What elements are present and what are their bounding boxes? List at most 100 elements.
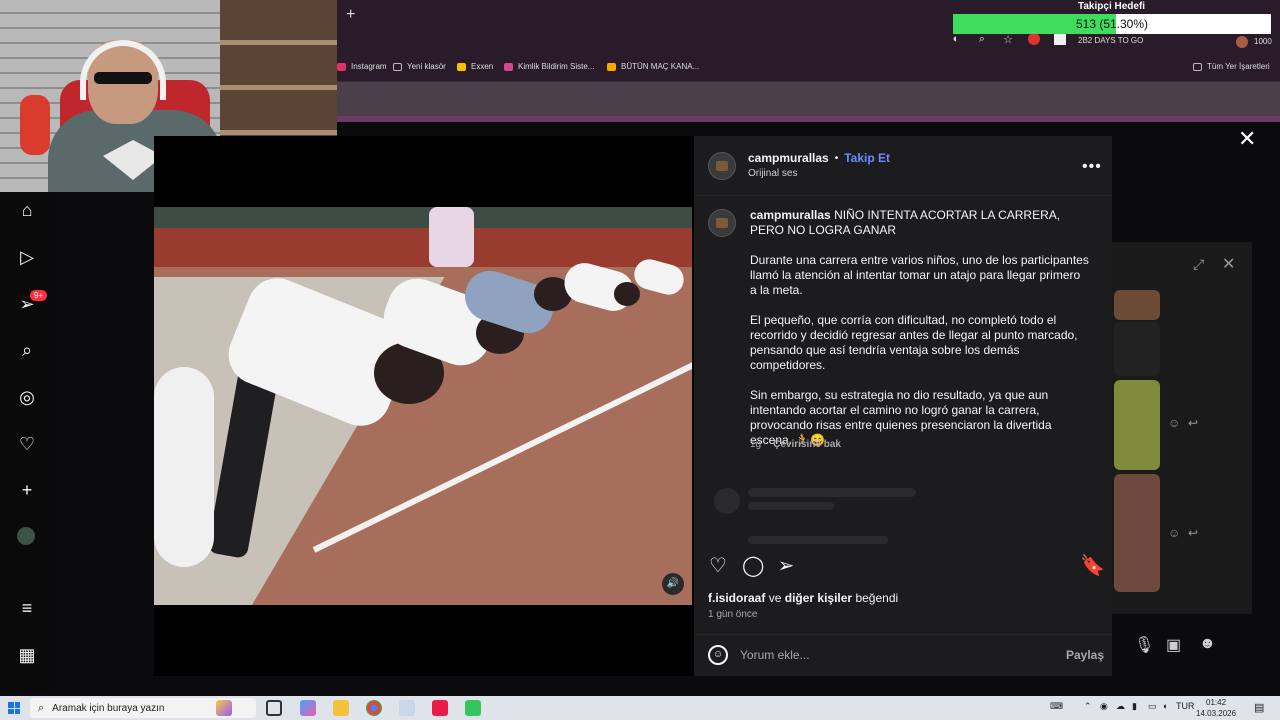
runner — [154, 367, 214, 567]
comment-icon[interactable]: ◯ — [742, 556, 764, 576]
more-options-icon[interactable]: ••• — [1082, 158, 1102, 176]
sticker-icon[interactable]: ☻ — [1199, 635, 1216, 653]
profile-avatar[interactable] — [1236, 36, 1248, 48]
bookmark-folder[interactable]: Yeni klasör — [393, 62, 446, 71]
notification-badge: 9+ — [30, 290, 48, 301]
loading-placeholder — [748, 488, 916, 497]
sunglasses — [94, 72, 152, 84]
image-icon[interactable]: ▣ — [1166, 635, 1181, 655]
translate-link[interactable]: Çevirisine bak — [773, 439, 841, 450]
reply-icon[interactable]: ↩ — [1188, 416, 1198, 430]
folder-icon — [393, 62, 402, 71]
site-settings-icon[interactable]: ◐ — [950, 33, 962, 45]
post-timestamp: 1 gün önce — [708, 609, 758, 620]
instagram-icon — [337, 62, 346, 71]
speaker-icon[interactable]: ◖ — [1162, 701, 1167, 711]
audio-label[interactable]: Orijinal ses — [748, 168, 797, 179]
bookmark-exxen[interactable]: Exxen — [457, 62, 493, 71]
browser-toolbar-icons: ◐ ⌕ ☆ — [950, 33, 1066, 46]
copilot-app-icon[interactable] — [300, 700, 316, 716]
notepad-icon[interactable] — [399, 700, 415, 716]
microphone-icon[interactable]: ▮ — [1132, 701, 1137, 712]
instagram-sidebar: ⌂ ▷ ➢ 9+ ⌕ ◎ ♡ + ≡ ▦ — [0, 192, 54, 692]
chat-thumbnail[interactable] — [1114, 322, 1160, 376]
microphone-icon[interactable]: 🎙 — [1134, 635, 1154, 655]
extension-icon[interactable] — [1028, 33, 1040, 45]
comment-input[interactable] — [740, 645, 1040, 665]
avatar — [17, 527, 35, 545]
save-bookmark-icon[interactable]: 🔖 — [1080, 556, 1105, 576]
task-view-icon[interactable] — [266, 700, 282, 716]
page-background-accent — [337, 116, 1280, 122]
bookmark-mac-kanal[interactable]: BÜTÜN MAÇ KANA... — [607, 62, 699, 71]
profile-icon[interactable] — [17, 527, 37, 547]
chat-thumbnail[interactable] — [1114, 290, 1160, 320]
chat-thumbnail[interactable] — [1114, 474, 1160, 592]
file-explorer-icon[interactable] — [333, 700, 349, 716]
jp-icon — [607, 62, 616, 71]
emoji-icon[interactable]: ☺ — [1168, 526, 1180, 540]
star-icon[interactable]: ☆ — [1002, 33, 1014, 46]
menu-icon[interactable]: ≡ — [17, 598, 37, 618]
taskbar-search-placeholder: Aramak için buraya yazın — [52, 702, 165, 714]
tray-expand-icon[interactable]: ⌃ — [1084, 701, 1092, 712]
home-icon[interactable]: ⌂ — [17, 200, 37, 220]
post-panel: campmurallas • Takip Et Orijinal ses •••… — [694, 136, 1112, 676]
search-icon[interactable]: ⌕ — [17, 340, 37, 360]
bookmark-instagram[interactable]: Instagram — [337, 62, 387, 71]
windows-start-icon[interactable] — [8, 702, 20, 714]
keyboard-icon[interactable]: ⌨ — [1050, 701, 1063, 712]
display-icon[interactable]: ▭ — [1148, 701, 1157, 712]
follower-goal-text: 513 (51.30%) — [1075, 17, 1149, 31]
exxen-icon — [457, 62, 466, 71]
explore-icon[interactable]: ◎ — [17, 387, 37, 407]
notifications-icon[interactable]: ▤ — [1254, 701, 1264, 714]
countdown-extension-label[interactable]: 2B2 DAYS TO GO — [1078, 36, 1143, 45]
clock-time: 01:42 — [1206, 698, 1227, 707]
author-line: campmurallas • Takip Et — [748, 151, 891, 165]
all-bookmarks[interactable]: Tüm Yer İşaretleri — [1193, 62, 1270, 71]
author-username[interactable]: campmurallas — [748, 151, 829, 165]
follow-button[interactable]: Takip Et — [844, 151, 890, 165]
network-icon[interactable]: ◉ — [1100, 701, 1108, 712]
author-avatar[interactable] — [708, 152, 736, 180]
post-header: campmurallas • Takip Et Orijinal ses ••• — [694, 136, 1112, 196]
bookmark-kimlik[interactable]: Kimlik Bildirim Siste... — [504, 62, 594, 71]
kick-icon[interactable] — [465, 700, 481, 716]
post-age: 1g — [750, 439, 762, 450]
create-icon[interactable]: + — [17, 480, 37, 500]
language-indicator[interactable]: TUR — [1176, 701, 1195, 711]
extension-icon[interactable] — [1054, 33, 1066, 45]
zoom-icon[interactable]: ⌕ — [976, 33, 988, 45]
post-video[interactable] — [154, 207, 692, 605]
like-heart-icon[interactable]: ♡ — [708, 556, 728, 576]
close-icon[interactable]: ✕ — [1222, 254, 1235, 274]
heart-icon[interactable]: ♡ — [17, 434, 37, 454]
loading-placeholder — [714, 488, 740, 514]
chrome-icon[interactable] — [366, 700, 382, 716]
opera-icon[interactable] — [432, 700, 448, 716]
volume-icon[interactable]: 🔊 — [662, 573, 684, 595]
emoji-icon[interactable]: ☺ — [708, 645, 728, 665]
caption-avatar[interactable] — [708, 209, 736, 237]
clock-date: 14.03.2026 — [1196, 709, 1237, 718]
extension-count: 1000 — [1254, 37, 1272, 46]
reply-icon[interactable]: ↩ — [1188, 526, 1198, 540]
caption-paragraph: El pequeño, que corría con dificultad, n… — [750, 313, 1078, 372]
likes-summary[interactable]: f.isidoraaf ve diğer kişiler beğendi — [708, 591, 898, 605]
reels-icon[interactable]: ▷ — [17, 247, 37, 267]
post-comment-button[interactable]: Paylaş — [1066, 648, 1104, 662]
share-send-icon[interactable]: ➢ — [776, 556, 796, 576]
new-tab-icon[interactable]: + — [346, 6, 355, 24]
expand-icon[interactable]: ⤢ — [1193, 256, 1204, 273]
emoji-icon[interactable]: ☺ — [1168, 416, 1180, 430]
caption-username[interactable]: campmurallas — [750, 208, 831, 222]
search-icon: ⌕ — [38, 701, 45, 714]
caption-meta: 1g Çevirisine bak — [750, 439, 841, 450]
copilot-icon[interactable] — [216, 700, 232, 716]
apps-icon[interactable]: ▦ — [17, 645, 37, 665]
chat-thumbnail[interactable] — [1114, 380, 1160, 470]
system-clock[interactable]: 01:42 14.03.2026 — [1196, 697, 1236, 719]
close-modal-icon[interactable]: ✕ — [1238, 128, 1256, 150]
cloud-icon[interactable]: ☁ — [1116, 701, 1125, 712]
